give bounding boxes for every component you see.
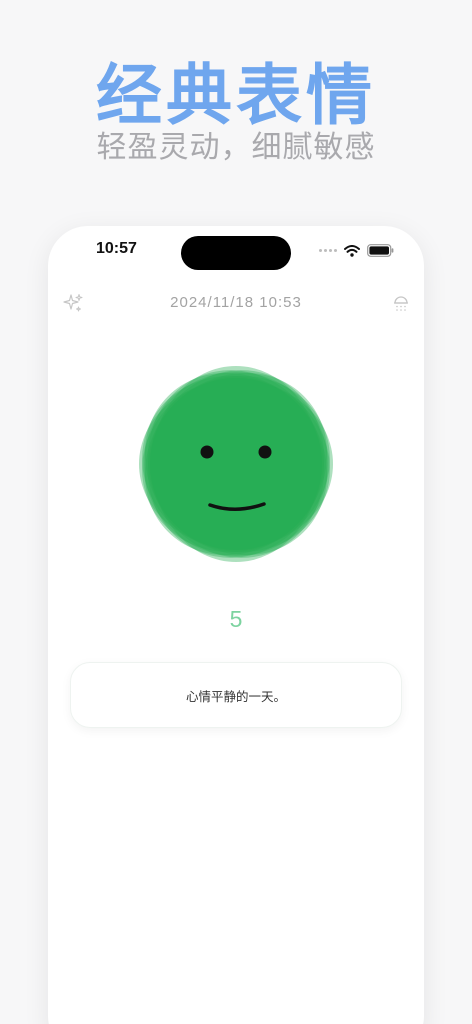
promo-headline: 经典表情 (96, 57, 376, 134)
dynamic-island (181, 236, 291, 270)
mood-score: 5 (229, 606, 243, 632)
battery-icon (367, 244, 394, 257)
cloud-rain-icon[interactable] (392, 292, 410, 318)
status-indicators (319, 244, 394, 257)
mood-note-text: 心情平静的一天。 (185, 688, 286, 704)
smiley-face-icon[interactable] (136, 364, 336, 564)
status-time: 10:57 (96, 240, 137, 257)
wifi-icon (344, 244, 360, 257)
promo-page: 经典表情 轻盈灵动，细腻敏感 10:57 2024/11/18 10:53 5 … (0, 0, 472, 1024)
mood-note-card[interactable]: 心情平静的一天。 (70, 662, 402, 728)
promo-subline: 轻盈灵动，细腻敏感 (96, 130, 376, 165)
cellular-signal-icon (319, 249, 337, 252)
entry-datetime: 2024/11/18 10:53 (170, 294, 302, 311)
phone-frame: 10:57 2024/11/18 10:53 5 心情平静的一天。 (48, 226, 424, 1024)
